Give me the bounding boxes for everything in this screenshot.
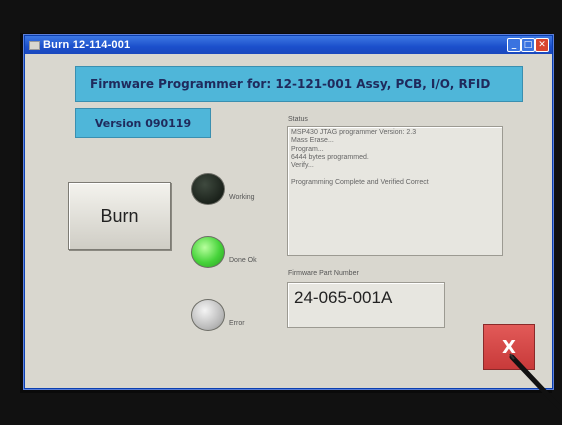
status-line: Mass Erase... (291, 137, 334, 145)
status-log[interactable]: MSP430 JTAG programmer Version: 2.3 Mass… (287, 126, 503, 256)
done-ok-label: Done Ok (229, 257, 257, 264)
status-line (291, 170, 499, 178)
status-line: Program... (291, 145, 324, 153)
version-text: Version 090119 (94, 116, 192, 130)
banner-text: Firmware Programmer for: 12-121-001 Assy… (90, 77, 491, 91)
app-icon (29, 40, 40, 50)
version-box: Version 090119 (75, 108, 211, 138)
status-line: 6444 bytes programmed. (291, 153, 369, 161)
status-line: Programming Complete and Verified Correc… (291, 178, 429, 186)
title-bar: Burn 12-114-001 _ □ ✕ (25, 36, 552, 54)
status-line: Verify... (291, 162, 314, 170)
window-title: Burn 12-114-001 (43, 39, 131, 51)
error-label: Error (229, 320, 245, 327)
firmware-part-label: Firmware Part Number (288, 270, 359, 277)
burn-button[interactable]: Burn (68, 182, 171, 250)
exit-button[interactable]: X (483, 324, 535, 370)
working-label: Working (229, 194, 255, 201)
firmware-part-field[interactable]: 24-065-001A (287, 282, 445, 328)
error-indicator-icon (191, 299, 225, 331)
close-button[interactable]: ✕ (535, 38, 549, 52)
done-ok-indicator-icon (191, 236, 225, 268)
status-line: MSP430 JTAG programmer Version: 2.3 (291, 129, 417, 136)
status-label: Status (288, 116, 308, 123)
working-indicator-icon (191, 173, 225, 205)
maximize-button[interactable]: □ (521, 38, 535, 52)
app-window: Burn 12-114-001 _ □ ✕ Firmware Programme… (24, 35, 553, 389)
minimize-button[interactable]: _ (507, 38, 521, 52)
product-banner: Firmware Programmer for: 12-121-001 Assy… (75, 66, 523, 102)
